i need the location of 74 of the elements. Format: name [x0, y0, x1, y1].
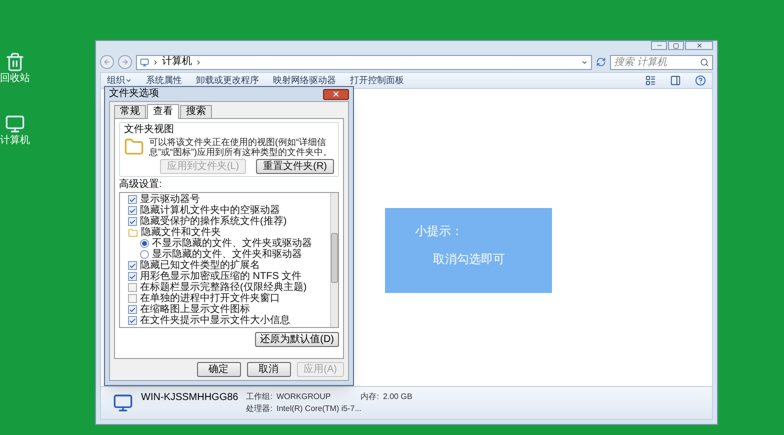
toolbar-button[interactable]: 打开控制面板	[350, 76, 404, 85]
radio-button[interactable]	[140, 239, 149, 248]
tab[interactable]: 常规	[114, 105, 146, 118]
dialog-button[interactable]: 取消	[246, 362, 291, 377]
dialog-button[interactable]: 确定	[196, 362, 241, 377]
checkbox[interactable]	[128, 305, 137, 314]
close-button[interactable]	[323, 88, 349, 100]
checkbox[interactable]	[128, 283, 137, 292]
refresh-icon[interactable]	[596, 57, 606, 67]
computer-icon[interactable]	[5, 114, 25, 134]
maximize-button[interactable]	[668, 41, 684, 50]
field-value: Intel(R) Core(TM) i5-7...	[276, 405, 362, 413]
folder-icon	[124, 137, 144, 157]
search-field[interactable]: 搜索 计算机	[610, 54, 713, 70]
field-label: 工作组:	[246, 393, 272, 401]
address-text[interactable]: 计算机	[162, 57, 192, 67]
checkbox[interactable]	[128, 195, 137, 204]
advanced-label: 高级设置:	[119, 180, 163, 190]
checkbox[interactable]	[128, 294, 137, 303]
toolbar-button[interactable]: 系统属性	[146, 76, 182, 85]
field-value: WORKGROUP	[276, 393, 331, 401]
setting-label: 在标题栏显示完整路径(仅限经典主题)	[140, 282, 307, 293]
setting-label: 隐藏受保护的操作系统文件(推荐)	[140, 216, 287, 227]
checkbox[interactable]	[128, 206, 137, 215]
computer-icon	[113, 393, 133, 413]
field-label: 内存:	[360, 393, 379, 401]
checkbox[interactable]	[128, 217, 137, 226]
address-bar[interactable]: 计算机	[136, 54, 592, 70]
chevron-icon[interactable]	[152, 58, 159, 66]
scrollbar[interactable]	[330, 193, 338, 327]
settings-list[interactable]: 显示驱动器号 隐藏计算机文件夹中的空驱动器 隐藏受保护的操作系统文件(推荐) 隐藏文件和文件夹 不显示隐藏的文件、文件夹或驱动器 显示隐藏的文件、文件夹和驱动器 隐藏已知文件类型的扩展名 用彩色显示加密或压缩的 NTFS 文件 在标题栏显示完整路径(仅限经典主题) 在单独的进程中打开文件夹窗口 在缩略图上显示文件图标 在文件夹提示中显示文件大小信息	[119, 192, 339, 328]
preview-pane-icon[interactable]	[670, 75, 681, 86]
close-icon[interactable]	[696, 42, 702, 49]
setting-label: 在单独的进程中打开文件夹窗口	[140, 293, 280, 304]
toolbar-button[interactable]: 卸载或更改程序	[196, 76, 259, 85]
setting-label: 不显示隐藏的文件、文件夹或驱动器	[152, 238, 312, 249]
field-value: 2.00 GB	[382, 393, 412, 401]
restore-defaults-button[interactable]: 还原为默认值(D)	[255, 332, 339, 347]
setting-label: 用彩色显示加密或压缩的 NTFS 文件	[140, 271, 302, 282]
field-label: 处理器:	[246, 405, 272, 413]
setting-label: 在文件夹提示中显示文件大小信息	[140, 315, 290, 326]
tip-text: 取消勾选即可	[432, 251, 506, 268]
tip-title: 小提示：	[415, 223, 464, 240]
caret-icon[interactable]	[125, 77, 132, 84]
checkbox[interactable]	[128, 272, 137, 281]
folder-icon	[128, 228, 138, 238]
tab[interactable]: 查看	[147, 104, 179, 119]
trash-icon[interactable]	[5, 52, 25, 72]
search-icon[interactable]	[700, 58, 709, 66]
dialog-title: 文件夹选项	[109, 89, 159, 99]
computer-icon	[140, 58, 149, 66]
setting-label: 隐藏已知文件类型的扩展名	[140, 260, 260, 271]
computer-name: WIN-KJSSMHHGG86	[141, 393, 238, 403]
toolbar-button[interactable]: 映射网络驱动器	[273, 76, 336, 85]
view-icon[interactable]	[645, 75, 656, 86]
help-icon[interactable]	[695, 75, 706, 86]
description: 可以将该文件夹正在使用的视图(例如“详细信息”或“图标”)应用到所有这种类型的文件夹中。	[149, 137, 333, 157]
toolbar-button[interactable]: 组织	[107, 76, 132, 85]
setting-label: 隐藏计算机文件夹中的空驱动器	[140, 205, 280, 216]
setting-label: 显示隐藏的文件、文件夹和驱动器	[152, 249, 302, 260]
maximize-icon[interactable]	[673, 42, 679, 48]
setting-label: 在缩略图上显示文件图标	[140, 304, 250, 315]
folder-view-button[interactable]: 重置文件夹(R)	[256, 159, 334, 174]
checkbox[interactable]	[128, 261, 137, 270]
desktop-icon-label: 回收站	[0, 74, 30, 84]
setting-label: 显示驱动器号	[140, 194, 200, 205]
dropdown-icon[interactable]	[581, 58, 588, 66]
group-title: 文件夹视图	[124, 125, 175, 135]
checkbox[interactable]	[128, 316, 137, 325]
chevron-icon[interactable]	[195, 58, 202, 66]
tab[interactable]: 搜索	[180, 105, 212, 118]
desktop-icon-label: 计算机	[0, 136, 30, 146]
radio-button[interactable]	[140, 250, 149, 259]
setting-label: 隐藏文件和文件夹	[141, 227, 221, 238]
